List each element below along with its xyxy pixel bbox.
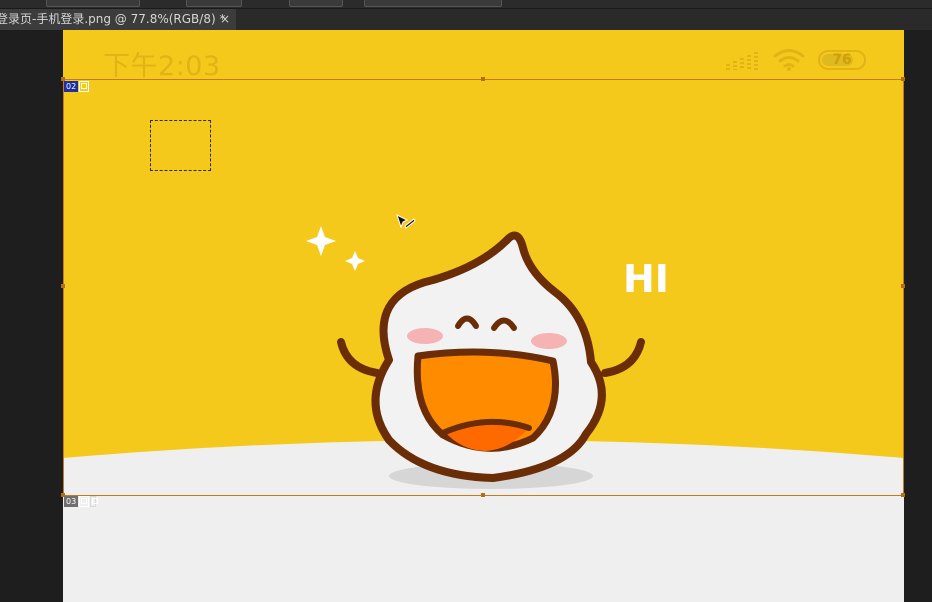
slice-handle-top[interactable]: [481, 77, 485, 81]
slice-handle-top-right[interactable]: [901, 77, 905, 81]
toolbar-control-3[interactable]: [289, 0, 343, 7]
slice-handle-bottom[interactable]: [481, 493, 485, 497]
slice-handle-left[interactable]: [61, 284, 65, 288]
canvas-area[interactable]: 下午2:03 76 HI: [0, 30, 932, 602]
slice-image-icon: [79, 496, 90, 507]
slice-image-icon: [79, 81, 90, 92]
slice-02-number: 02: [64, 81, 79, 92]
mascot-illustration: HI: [63, 226, 904, 602]
slice-02-badge[interactable]: 02: [64, 81, 90, 92]
document-tab[interactable]: 登录页-手机登录.png @ 77.8%(RGB/8) * ×: [0, 9, 236, 30]
slice-link-icon: [90, 496, 99, 507]
slice-03-number: 03: [64, 496, 79, 507]
toolbar-control-4[interactable]: [364, 0, 502, 7]
hi-label: HI: [623, 257, 669, 301]
top-toolbar-strip: [0, 0, 932, 9]
slice-handle-right[interactable]: [901, 284, 905, 288]
close-icon[interactable]: ×: [220, 9, 230, 30]
photoshop-window: 登录页-手机登录.png @ 77.8%(RGB/8) * × 下午2:03 7…: [0, 0, 932, 602]
pen-cursor-icon: [396, 214, 416, 229]
toolbar-control-1[interactable]: [46, 0, 140, 7]
selection-marquee[interactable]: [150, 120, 211, 171]
slice-handle-bottom-right[interactable]: [901, 493, 905, 497]
slice-03-badge[interactable]: 03: [64, 496, 99, 507]
document-tab-title: 登录页-手机登录.png @ 77.8%(RGB/8) *: [0, 12, 226, 26]
document-tabbar: 登录页-手机登录.png @ 77.8%(RGB/8) * ×: [0, 9, 932, 30]
document-canvas[interactable]: 下午2:03 76 HI: [63, 30, 904, 602]
toolbar-control-2[interactable]: [186, 0, 242, 7]
